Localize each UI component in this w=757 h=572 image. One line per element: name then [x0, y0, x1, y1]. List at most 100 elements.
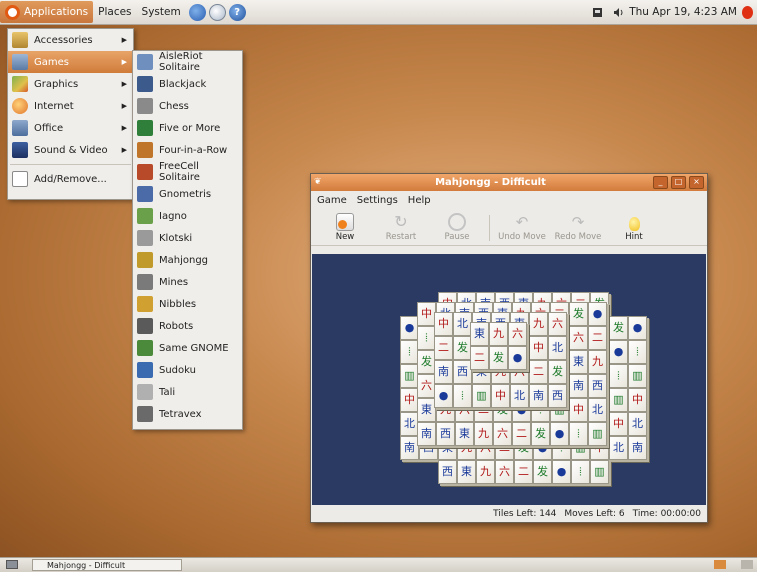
maximize-button[interactable]: □	[671, 176, 686, 189]
mahjongg-tile[interactable]: 西	[438, 460, 457, 484]
mahjongg-tile[interactable]: 九	[489, 322, 508, 346]
mahjongg-tile[interactable]: ●	[552, 460, 571, 484]
mahjongg-board[interactable]: 中北南西東九六二发●⦙▥中北南西東九六二发●⦙▥中北南西東九六二发●⦙▥中北南西…	[312, 254, 706, 505]
mahjongg-tile[interactable]: 九	[474, 422, 493, 446]
help-icon[interactable]: ?	[228, 3, 246, 21]
mahjongg-tile[interactable]: ⦙	[628, 340, 647, 364]
mahjongg-tile[interactable]: 南	[569, 374, 588, 398]
mahjongg-tile[interactable]: 九	[476, 460, 495, 484]
games-item-tetravex[interactable]: Tetravex	[133, 403, 242, 425]
menu-item-accessories[interactable]: Accessories ▶	[8, 29, 133, 51]
window-menu-icon[interactable]: ❦	[314, 177, 328, 189]
mahjongg-tile[interactable]: 发	[609, 316, 628, 340]
undo-move-button[interactable]: ↶ Undo Move	[494, 213, 550, 245]
show-desktop-icon[interactable]	[6, 560, 18, 569]
mahjongg-tile[interactable]: 南	[628, 436, 647, 460]
mahjongg-tile[interactable]: 北	[628, 412, 647, 436]
system-menu-button[interactable]: System	[137, 1, 186, 23]
mahjongg-tile[interactable]: 发	[489, 346, 508, 370]
applications-menu-button[interactable]: Applications	[0, 1, 94, 23]
mahjongg-tile[interactable]: ●	[628, 316, 647, 340]
mahjongg-tile[interactable]: 西	[548, 384, 567, 408]
mahjongg-tile[interactable]: ●	[508, 346, 527, 370]
games-item-four-in-a-row[interactable]: Four-in-a-Row	[133, 139, 242, 161]
mahjongg-tile[interactable]: 九	[529, 312, 548, 336]
menu-game[interactable]: Game	[317, 195, 347, 206]
quit-icon[interactable]	[742, 5, 753, 19]
mahjongg-tile[interactable]: 南	[529, 384, 548, 408]
mahjongg-tile[interactable]: 北	[510, 384, 529, 408]
workspace-switcher[interactable]	[714, 560, 726, 569]
mahjongg-tile[interactable]: ⦙	[569, 422, 588, 446]
mahjongg-tile[interactable]: 東	[455, 422, 474, 446]
games-item-nibbles[interactable]: Nibbles	[133, 293, 242, 315]
games-item-sudoku[interactable]: Sudoku	[133, 359, 242, 381]
games-item-same-gnome[interactable]: Same GNOME	[133, 337, 242, 359]
mahjongg-tile[interactable]: 二	[588, 326, 607, 350]
mahjongg-tile[interactable]: 東	[569, 350, 588, 374]
trash-icon[interactable]	[741, 560, 753, 569]
new-game-button[interactable]: New	[317, 213, 373, 245]
mahjongg-tile[interactable]: ▥	[472, 384, 491, 408]
mahjongg-tile[interactable]: 西	[588, 374, 607, 398]
menu-item-internet[interactable]: Internet ▶	[8, 95, 133, 117]
mahjongg-tile[interactable]: ▥	[628, 364, 647, 388]
menu-item-games[interactable]: Games ▶	[8, 51, 133, 73]
mahjongg-tile[interactable]: ▥	[609, 388, 628, 412]
mahjongg-tile[interactable]: 二	[514, 460, 533, 484]
mahjongg-tile[interactable]: ●	[550, 422, 569, 446]
minimize-button[interactable]: _	[653, 176, 668, 189]
games-item-blackjack[interactable]: Blackjack	[133, 73, 242, 95]
mahjongg-tile[interactable]: 二	[512, 422, 531, 446]
games-item-chess[interactable]: Chess	[133, 95, 242, 117]
mahjongg-tile[interactable]: 发	[569, 302, 588, 326]
menu-item-graphics[interactable]: Graphics ▶	[8, 73, 133, 95]
mahjongg-tile[interactable]: 南	[417, 422, 436, 446]
mahjongg-tile[interactable]: ⦙	[453, 384, 472, 408]
mahjongg-tile[interactable]: ●	[588, 302, 607, 326]
mahjongg-tile[interactable]: 北	[548, 336, 567, 360]
games-item-aisleriot-solitaire[interactable]: AisleRiot Solitaire	[133, 51, 242, 73]
mahjongg-tile[interactable]: 南	[434, 360, 453, 384]
mahjongg-tile[interactable]: ▥	[590, 460, 609, 484]
places-menu-button[interactable]: Places	[93, 1, 136, 23]
mahjongg-tile[interactable]: 发	[548, 360, 567, 384]
games-item-mines[interactable]: Mines	[133, 271, 242, 293]
mahjongg-tile[interactable]: 東	[457, 460, 476, 484]
menu-item-sound-video[interactable]: Sound & Video ▶	[8, 139, 133, 161]
email-icon[interactable]	[208, 3, 226, 21]
mahjongg-tile[interactable]: ⦙	[609, 364, 628, 388]
mahjongg-tile[interactable]: ●	[609, 340, 628, 364]
mahjongg-tile[interactable]: 六	[508, 322, 527, 346]
hint-button[interactable]: Hint	[606, 217, 662, 245]
menu-item-office[interactable]: Office ▶	[8, 117, 133, 139]
mahjongg-tile[interactable]: ●	[434, 384, 453, 408]
mahjongg-tile[interactable]: 发	[533, 460, 552, 484]
close-button[interactable]: ×	[689, 176, 704, 189]
menu-help[interactable]: Help	[408, 195, 431, 206]
clock[interactable]: Thu Apr 19, 4:23 AM	[629, 6, 737, 18]
redo-move-button[interactable]: ↷ Redo Move	[550, 213, 606, 245]
volume-icon[interactable]	[613, 6, 624, 19]
mahjongg-tile[interactable]: 中	[529, 336, 548, 360]
restart-button[interactable]: ↻ Restart	[373, 213, 429, 245]
mahjongg-tile[interactable]: 二	[529, 360, 548, 384]
mahjongg-tile[interactable]: 六	[569, 326, 588, 350]
taskbar-button-mahjongg[interactable]: Mahjongg - Difficult	[32, 559, 182, 571]
mahjongg-tile[interactable]: 中	[569, 398, 588, 422]
games-item-iagno[interactable]: Iagno	[133, 205, 242, 227]
mahjongg-tile[interactable]: 六	[493, 422, 512, 446]
network-icon[interactable]	[592, 6, 603, 19]
mahjongg-tile[interactable]: 发	[531, 422, 550, 446]
menu-item-add-remove[interactable]: Add/Remove...	[8, 168, 133, 190]
games-item-five-or-more[interactable]: Five or More	[133, 117, 242, 139]
mahjongg-tile[interactable]: 北	[588, 398, 607, 422]
pause-button[interactable]: Pause	[429, 213, 485, 245]
mahjongg-tile[interactable]: 二	[470, 346, 489, 370]
games-item-tali[interactable]: Tali	[133, 381, 242, 403]
games-item-mahjongg[interactable]: Mahjongg	[133, 249, 242, 271]
mahjongg-tile[interactable]: 中	[434, 312, 453, 336]
menu-settings[interactable]: Settings	[357, 195, 398, 206]
games-item-freecell-solitaire[interactable]: FreeCell Solitaire	[133, 161, 242, 183]
games-item-gnometris[interactable]: Gnometris	[133, 183, 242, 205]
